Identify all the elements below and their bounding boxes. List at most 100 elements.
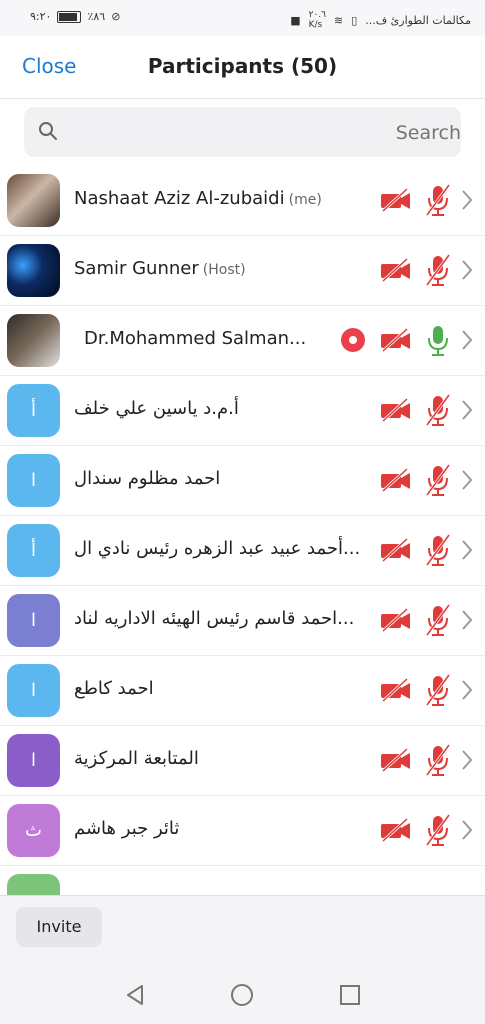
video-off-icon (381, 537, 410, 563)
video-call-icon: ■ (290, 13, 301, 27)
avatar: ا (7, 664, 60, 717)
battery-percent: ٪٨٦ (87, 10, 106, 23)
participant-name: Nashaat Aziz Al-zubaidi (me) (74, 188, 322, 209)
footer: Invite (0, 895, 485, 968)
mic-muted-icon (425, 394, 451, 426)
mic-muted-icon (425, 254, 451, 286)
avatar (7, 244, 60, 297)
search-container (0, 99, 485, 165)
participant-name: المتابعة المركزية (74, 748, 199, 769)
participant-name-text: ثائر جبر هاشم (74, 818, 180, 839)
wifi-icon: ≋ (334, 13, 344, 27)
sim-icon: ▯ (351, 13, 358, 27)
chevron-right-icon[interactable] (460, 536, 474, 564)
chevron-right-icon[interactable] (460, 816, 474, 844)
participant-name: Samir Gunner (Host) (74, 258, 246, 279)
avatar (7, 874, 60, 895)
participant-name: أ.م.د ياسين علي خلف (74, 398, 239, 419)
chevron-right-icon[interactable] (460, 676, 474, 704)
avatar-letter: ا (30, 680, 36, 701)
participant-name-text: Nashaat Aziz Al-zubaidi (74, 188, 285, 209)
home-icon[interactable] (230, 983, 254, 1007)
participant-name: احمد قاسم رئيس الهيئه الاداريه لناد... (74, 608, 354, 629)
participant-row[interactable]: ث ثائر جبر هاشم (0, 795, 485, 866)
participant-name: Dr.Mohammed Salman... (84, 328, 306, 349)
participant-row[interactable]: أ أحمد عبيد عبد الزهره رئيس نادي ال... (0, 515, 485, 586)
participant-name-text: احمد قاسم رئيس الهيئه الاداريه لناد... (74, 608, 355, 629)
status-bar: ٩:٢٠ ٪٨٦ ⊘ مكالمات الطوارئ ف... ▯ ≋ ٢٠.٦… (0, 0, 485, 36)
video-off-icon (381, 607, 410, 633)
chevron-right-icon[interactable] (460, 396, 474, 424)
chevron-right-icon[interactable] (460, 186, 474, 214)
battery-icon (57, 10, 82, 23)
invite-button[interactable]: Invite (16, 907, 102, 947)
participant-row[interactable]: ا المتابعة المركزية (0, 725, 485, 796)
avatar: أ (7, 524, 60, 577)
mic-muted-icon (425, 604, 451, 636)
mic-on-icon (428, 326, 448, 356)
participant-name: احمد كاطع (74, 678, 154, 699)
header: Close Participants (50) (0, 36, 485, 99)
mic-muted-icon (425, 534, 451, 566)
chevron-right-icon[interactable] (460, 606, 474, 634)
avatar-letter: ا (30, 610, 36, 631)
video-off-icon (381, 397, 410, 423)
status-left: ٩:٢٠ ٪٨٦ ⊘ (30, 10, 120, 23)
network-speed-unit: K/s (308, 20, 323, 30)
chevron-right-icon[interactable] (460, 746, 474, 774)
participant-row[interactable]: ا احمد كاطع (0, 655, 485, 726)
recording-icon (341, 328, 365, 352)
carrier-text: مكالمات الطوارئ ف... (365, 13, 471, 27)
avatar: ا (7, 594, 60, 647)
avatar (7, 174, 60, 227)
participant-name: احمد مظلوم سندال (74, 468, 220, 489)
participant-name-text: أحمد عبيد عبد الزهره رئيس نادي ال... (74, 538, 361, 559)
video-off-icon (381, 467, 410, 493)
mute-icon: ⊘ (111, 10, 121, 23)
participant-row-partial[interactable] (0, 865, 485, 895)
participant-role-tag: (me) (288, 192, 322, 208)
avatar-letter: ث (25, 820, 42, 841)
participant-name-text: أ.م.د ياسين علي خلف (74, 398, 239, 419)
search-box[interactable] (24, 107, 461, 159)
participant-row[interactable]: Nashaat Aziz Al-zubaidi (me) (0, 165, 485, 236)
chevron-right-icon[interactable] (460, 326, 474, 354)
participant-name-text: Samir Gunner (74, 258, 199, 279)
participant-role-tag: (Host) (202, 262, 246, 278)
video-off-icon (381, 817, 410, 843)
mic-muted-icon (425, 814, 451, 846)
back-icon[interactable] (124, 983, 146, 1007)
avatar: ا (7, 734, 60, 787)
participant-name-text: احمد كاطع (74, 678, 154, 699)
participant-row[interactable]: ا احمد قاسم رئيس الهيئه الاداريه لناد... (0, 585, 485, 656)
participant-row[interactable]: أ أ.م.د ياسين علي خلف (0, 375, 485, 446)
avatar (7, 314, 60, 367)
page-title: Participants (50) (147, 54, 338, 78)
video-off-icon (381, 747, 410, 773)
clock: ٩:٢٠ (30, 10, 52, 23)
video-off-icon (381, 187, 410, 213)
mic-muted-icon (425, 464, 451, 496)
avatar: ا (7, 454, 60, 507)
search-icon (39, 122, 57, 140)
mic-muted-icon (425, 184, 451, 216)
participant-name-text: المتابعة المركزية (74, 748, 199, 769)
video-off-icon (381, 257, 410, 283)
participant-name-text: Dr.Mohammed Salman... (84, 328, 307, 349)
chevron-right-icon[interactable] (460, 466, 474, 494)
video-off-icon (381, 677, 410, 703)
mic-muted-icon (425, 674, 451, 706)
chevron-right-icon[interactable] (460, 256, 474, 284)
participant-row[interactable]: Dr.Mohammed Salman... (0, 305, 485, 376)
avatar: أ (7, 384, 60, 437)
participant-name: أحمد عبيد عبد الزهره رئيس نادي ال... (74, 538, 360, 559)
participant-row[interactable]: Samir Gunner (Host) (0, 235, 485, 306)
recents-icon[interactable] (340, 984, 360, 1006)
search-input[interactable] (79, 107, 461, 159)
participant-row[interactable]: ا احمد مظلوم سندال (0, 445, 485, 516)
avatar-letter: ا (30, 470, 36, 491)
mic-muted-icon (425, 744, 451, 776)
avatar-letter: أ (30, 540, 36, 561)
network-speed-value: ٢٠.٦ (308, 10, 326, 20)
avatar-letter: أ (30, 400, 36, 421)
